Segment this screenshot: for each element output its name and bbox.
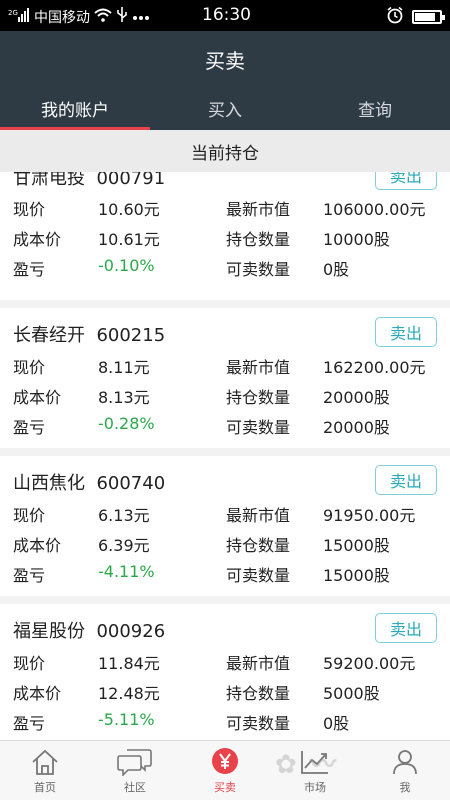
- nav-label: 市场: [304, 781, 326, 794]
- holding-card: 福星股份 000926 卖出 现价 11.84元 最新市值 59200.00元 …: [0, 604, 450, 740]
- more-icon: [132, 9, 150, 25]
- sell-button[interactable]: 卖出: [375, 317, 437, 347]
- holding-card: 长春经开 600215 卖出 现价 8.11元 最新市值 162200.00元 …: [0, 308, 450, 456]
- market-value-label: 最新市值: [226, 654, 291, 673]
- holdings-list[interactable]: 甘肃电投 000791 卖出 现价 10.60元 最新市值 106000.00元…: [0, 172, 450, 740]
- usb-icon: [116, 7, 128, 27]
- stock-name-code: 甘肃电投 000791: [13, 172, 166, 189]
- price-value: 10.60元: [98, 200, 160, 219]
- stock-name-code: 长春经开 600215: [13, 325, 166, 346]
- nav-label: 我: [399, 781, 411, 794]
- sellable-qty-value: 20000股: [323, 418, 390, 437]
- tab-label: 我的账户: [41, 101, 109, 121]
- alarm-icon: [386, 6, 404, 28]
- cost-label: 成本价: [13, 536, 62, 555]
- price-value: 8.11元: [98, 358, 150, 377]
- tab-label: 买入: [208, 101, 242, 121]
- carrier-name: 中国移动: [34, 10, 90, 26]
- price-label: 现价: [13, 200, 46, 219]
- holding-qty-label: 持仓数量: [226, 684, 291, 703]
- nav-trade[interactable]: 买卖: [180, 741, 270, 800]
- cost-value: 12.48元: [98, 684, 160, 703]
- cost-label: 成本价: [13, 230, 62, 249]
- network-type: 2G: [8, 9, 18, 17]
- chat-icon: [117, 749, 152, 776]
- stock-name-code: 福星股份 000926: [13, 621, 166, 642]
- price-value: 11.84元: [98, 654, 160, 673]
- pnl-value: -5.11%: [98, 710, 155, 729]
- holding-qty-value: 10000股: [323, 230, 390, 249]
- price-label: 现价: [13, 358, 46, 377]
- sellable-qty-label: 可卖数量: [226, 418, 291, 437]
- cost-label: 成本价: [13, 684, 62, 703]
- sellable-qty-value: 15000股: [323, 566, 390, 585]
- price-label: 现价: [13, 654, 46, 673]
- nav-label: 社区: [124, 781, 146, 794]
- home-icon: [32, 749, 58, 775]
- nav-market[interactable]: 市场: [270, 741, 360, 800]
- nav-home[interactable]: 首页: [0, 741, 90, 800]
- holding-qty-label: 持仓数量: [226, 536, 291, 555]
- cost-value: 8.13元: [98, 388, 150, 407]
- pnl-label: 盈亏: [13, 418, 46, 437]
- tab-buy[interactable]: 买入: [150, 87, 300, 130]
- stock-name-code: 山西焦化 600740: [13, 473, 166, 494]
- cost-value: 10.61元: [98, 230, 160, 249]
- sell-button[interactable]: 卖出: [375, 172, 437, 190]
- pnl-value: -4.11%: [98, 562, 155, 581]
- clock: 16:30: [202, 5, 251, 25]
- sell-button[interactable]: 卖出: [375, 465, 437, 495]
- user-icon: [393, 750, 417, 775]
- nav-label: 首页: [34, 781, 56, 794]
- holding-qty-value: 5000股: [323, 684, 380, 703]
- market-value-label: 最新市值: [226, 506, 291, 525]
- holding-qty-value: 15000股: [323, 536, 390, 555]
- tab-label: 查询: [358, 101, 392, 121]
- tab-bar: 我的账户 买入 查询: [0, 87, 450, 130]
- market-value-label: 最新市值: [226, 200, 291, 219]
- pnl-value: -0.10%: [98, 256, 155, 275]
- sellable-qty-label: 可卖数量: [226, 260, 291, 279]
- sell-button[interactable]: 卖出: [375, 613, 437, 643]
- page-title: 买卖: [205, 48, 245, 73]
- section-header: 当前持仓: [0, 130, 450, 172]
- section-title: 当前持仓: [191, 143, 259, 164]
- status-bar: 2G 中国移动 16:30: [0, 0, 450, 31]
- tab-query[interactable]: 查询: [300, 87, 450, 130]
- holding-card: 山西焦化 600740 卖出 现价 6.13元 最新市值 91950.00元 成…: [0, 456, 450, 604]
- price-value: 6.13元: [98, 506, 150, 525]
- holding-card: 甘肃电投 000791 卖出 现价 10.60元 最新市值 106000.00元…: [0, 172, 450, 308]
- nav-me[interactable]: 我: [360, 741, 450, 800]
- pnl-value: -0.28%: [98, 414, 155, 433]
- nav-community[interactable]: 社区: [90, 741, 180, 800]
- sellable-qty-label: 可卖数量: [226, 714, 291, 733]
- wifi-icon: [94, 8, 112, 26]
- sellable-qty-value: 0股: [323, 714, 350, 733]
- signal-icon: 2G: [8, 8, 30, 26]
- pnl-label: 盈亏: [13, 260, 46, 279]
- cost-label: 成本价: [13, 388, 62, 407]
- sellable-qty-label: 可卖数量: [226, 566, 291, 585]
- market-value: 59200.00元: [323, 654, 416, 673]
- holding-qty-value: 20000股: [323, 388, 390, 407]
- yen-icon: [212, 748, 238, 774]
- bottom-nav: 首页 社区 买卖 市场 我: [0, 740, 450, 800]
- pnl-label: 盈亏: [13, 566, 46, 585]
- holding-qty-label: 持仓数量: [226, 230, 291, 249]
- sellable-qty-value: 0股: [323, 260, 350, 279]
- holding-qty-label: 持仓数量: [226, 388, 291, 407]
- market-value-label: 最新市值: [226, 358, 291, 377]
- tab-my-account[interactable]: 我的账户: [0, 87, 150, 130]
- market-value: 91950.00元: [323, 506, 416, 525]
- price-label: 现价: [13, 506, 46, 525]
- header-bar: 买卖: [0, 31, 450, 87]
- market-value: 162200.00元: [323, 358, 426, 377]
- pnl-label: 盈亏: [13, 714, 46, 733]
- cost-value: 6.39元: [98, 536, 150, 555]
- market-value: 106000.00元: [323, 200, 426, 219]
- chart-icon: [301, 751, 328, 774]
- battery-icon: [412, 10, 445, 24]
- nav-label: 买卖: [214, 781, 236, 794]
